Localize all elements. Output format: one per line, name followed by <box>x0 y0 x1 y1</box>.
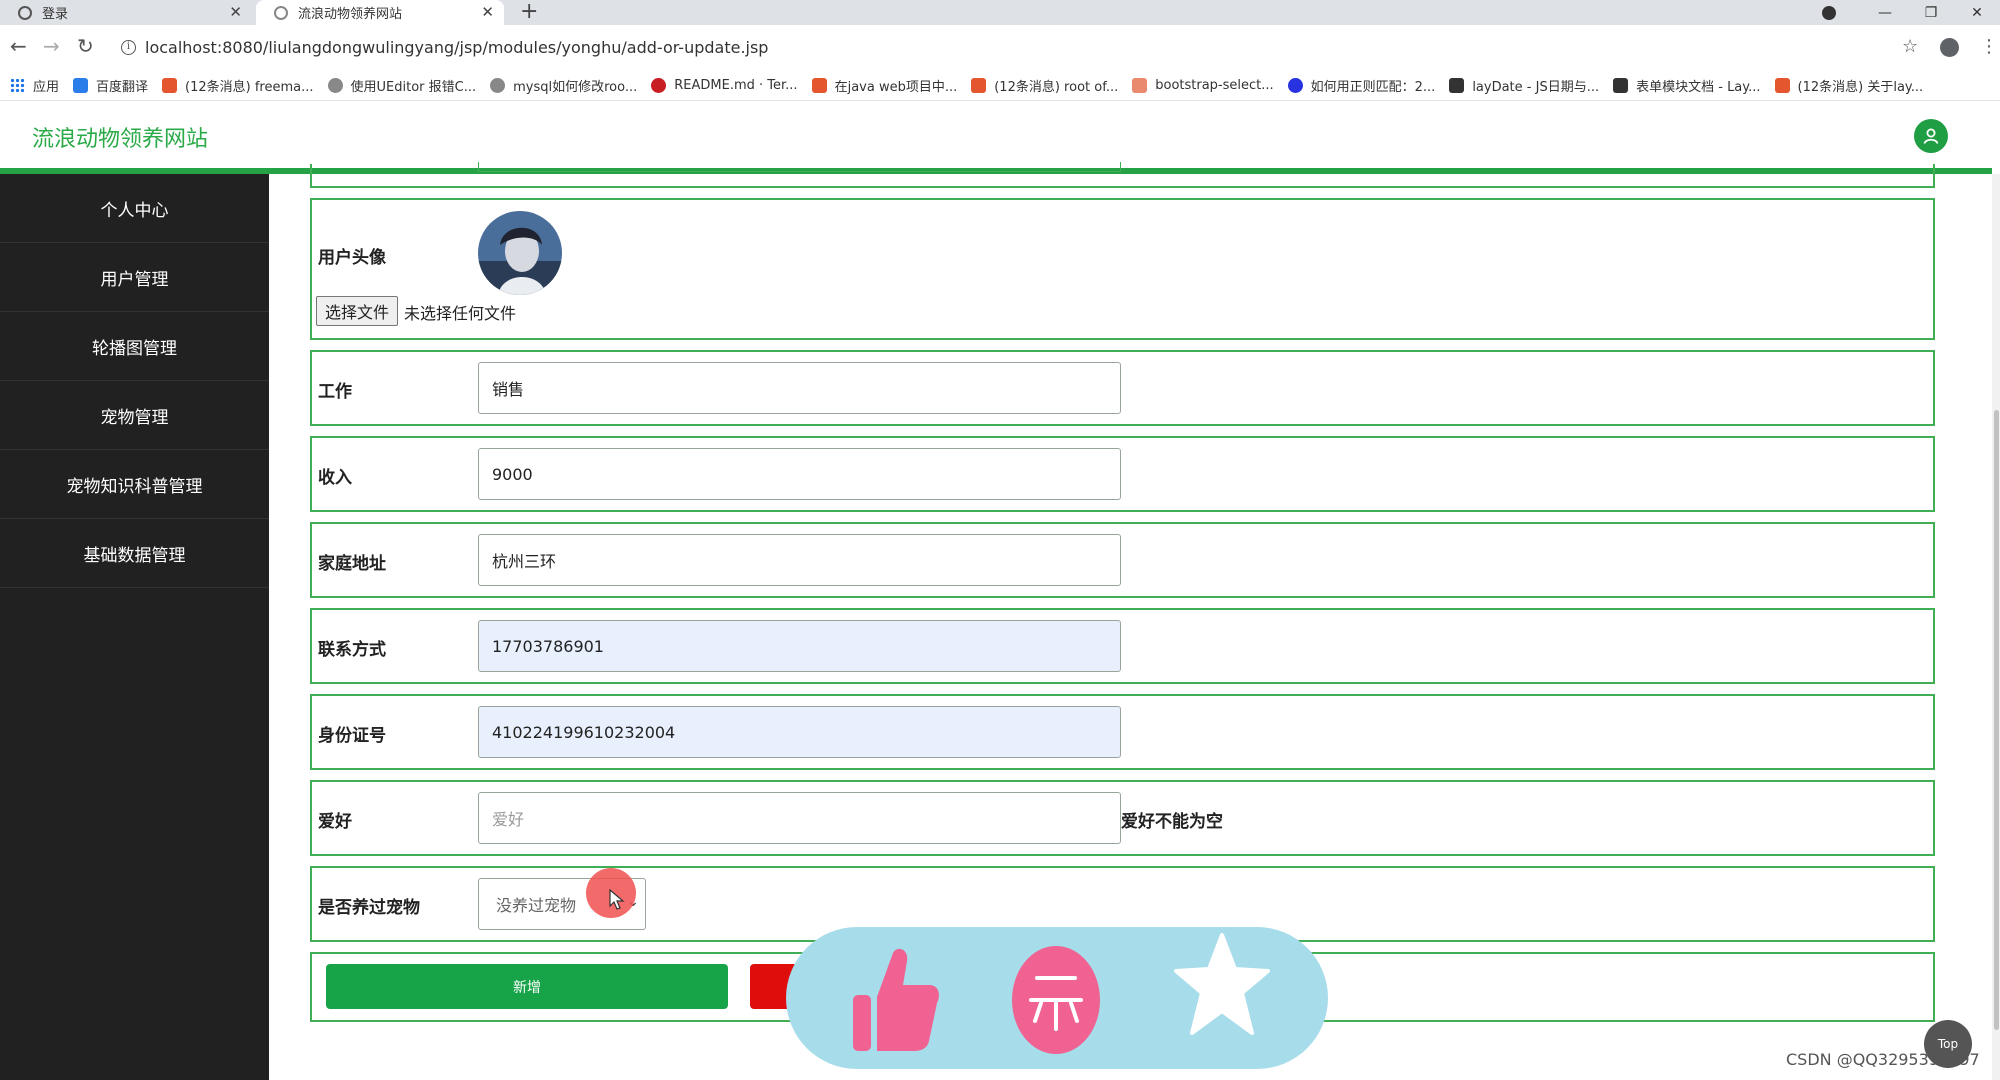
forward-icon[interactable]: → <box>43 36 60 56</box>
avatar-label: 用户头像 <box>318 248 386 268</box>
support-overlay <box>786 927 1328 1069</box>
bookmark-item[interactable]: layDate - JS日期与... <box>1449 76 1599 95</box>
new-tab-icon[interactable]: + <box>520 0 538 24</box>
form-row-income: 收入 9000 <box>310 436 1935 512</box>
bookmark-item[interactable]: mysql如何修改roo... <box>490 76 637 95</box>
address-label: 家庭地址 <box>318 554 386 574</box>
address-bar: ← → ↻ i localhost:8080/liulangdongwuling… <box>0 25 2000 71</box>
layui-icon <box>1613 78 1629 93</box>
bookmark-item[interactable]: README.md · Ter... <box>651 78 798 93</box>
site-info-icon[interactable]: i <box>121 40 136 55</box>
bookmark-item[interactable]: 使用UEditor 报错C... <box>327 76 476 95</box>
favorite-star-icon[interactable] <box>1174 929 1270 1041</box>
site-title[interactable]: 流浪动物领养网站 <box>32 121 208 153</box>
form-row-phone: 联系方式 17703786901 <box>310 608 1935 684</box>
apps-grid-icon <box>10 78 25 93</box>
csdn-icon <box>162 78 178 93</box>
menu-kebab-icon[interactable]: ⋮ <box>1980 36 1998 57</box>
window-controls: — ❐ ✕ <box>1822 0 2000 25</box>
sidebar-item-user-management[interactable]: 用户管理 <box>0 243 269 312</box>
address-input[interactable]: 杭州三环 <box>478 534 1121 586</box>
bookmark-apps[interactable]: 应用 <box>10 76 59 95</box>
avatar-image <box>478 211 562 295</box>
bookmark-item[interactable]: bootstrap-select... <box>1132 78 1274 93</box>
income-label: 收入 <box>318 468 352 488</box>
app-header: 流浪动物领养网站 <box>0 101 2000 168</box>
form-row-partial <box>310 162 1935 188</box>
choose-file-button[interactable]: 选择文件 <box>316 296 399 326</box>
id-number-label: 身份证号 <box>318 726 386 746</box>
url-field[interactable]: localhost:8080/liulangdongwulingyang/jsp… <box>145 38 768 57</box>
restore-icon[interactable]: ❐ <box>1908 5 1954 21</box>
bookmark-item[interactable]: 百度翻译 <box>73 76 148 95</box>
link-icon <box>490 78 506 93</box>
profile-dot-icon[interactable] <box>1822 5 1836 20</box>
form-row-avatar: 用户头像 选择文件 未选择任何文件 <box>310 198 1935 340</box>
bookmark-item[interactable]: 表单模块文档 - Lay... <box>1613 76 1761 95</box>
form-row-id-number: 身份证号 410224199610232004 <box>310 694 1935 770</box>
bookmark-item[interactable]: 在java web项目中... <box>811 76 957 95</box>
bookmark-item[interactable]: (12条消息) root of... <box>971 76 1118 95</box>
phone-label: 联系方式 <box>318 640 386 660</box>
doc-icon <box>1132 78 1148 93</box>
partial-input <box>478 162 1121 172</box>
tab-title: 登录 <box>42 7 69 22</box>
csdn-icon <box>811 78 827 93</box>
csdn-icon <box>1774 78 1790 93</box>
job-label: 工作 <box>318 382 352 402</box>
baidu-paw-icon <box>1287 78 1303 93</box>
hobby-error-message: 爱好不能为空 <box>1121 812 1223 832</box>
csdn-watermark: CSDN @QQ3295391197 <box>1786 1050 1980 1069</box>
bookmark-item[interactable]: (12条消息) freema... <box>162 76 314 95</box>
sidebar: 个人中心 用户管理 轮播图管理 宠物管理 宠物知识科普管理 基础数据管理 <box>0 174 269 1080</box>
csdn-icon <box>971 78 987 93</box>
bookmark-item[interactable]: 如何用正则匹配：2... <box>1287 76 1435 95</box>
user-icon[interactable] <box>1914 119 1948 153</box>
translate-icon <box>73 78 89 93</box>
globe-icon <box>18 5 32 20</box>
tab-active-site[interactable]: 流浪动物领养网站 ✕ <box>256 0 504 25</box>
gitee-icon <box>651 78 667 93</box>
tab-login[interactable]: 登录 ✕ <box>0 0 252 25</box>
income-input[interactable]: 9000 <box>478 448 1121 500</box>
add-button[interactable]: 新增 <box>326 964 728 1009</box>
minimize-icon[interactable]: — <box>1862 5 1908 21</box>
close-icon[interactable]: ✕ <box>229 3 242 21</box>
job-input[interactable]: 销售 <box>478 362 1121 414</box>
sidebar-item-carousel-management[interactable]: 轮播图管理 <box>0 312 269 381</box>
reload-icon[interactable]: ↻ <box>77 36 94 56</box>
scrollbar-thumb[interactable] <box>1994 410 1999 1030</box>
thumbs-up-icon[interactable] <box>851 945 941 1055</box>
layui-icon <box>1449 78 1465 93</box>
sidebar-item-basic-data[interactable]: 基础数据管理 <box>0 519 269 588</box>
bookmark-item[interactable]: (12条消息) 关于lay... <box>1774 76 1923 95</box>
tab-title: 流浪动物领养网站 <box>298 7 403 22</box>
link-icon <box>327 78 343 93</box>
mouse-cursor-icon <box>609 889 625 910</box>
phone-input[interactable]: 17703786901 <box>478 620 1121 672</box>
form-row-job: 工作 销售 <box>310 350 1935 426</box>
sidebar-item-pet-management[interactable]: 宠物管理 <box>0 381 269 450</box>
form-row-hobby: 爱好 爱好 爱好不能为空 <box>310 780 1935 856</box>
user-glyph-icon <box>1923 128 1939 144</box>
profile-avatar-icon[interactable] <box>1940 38 1959 57</box>
pet-history-label: 是否养过宠物 <box>318 898 420 918</box>
star-bookmark-icon[interactable]: ☆ <box>1902 36 1918 57</box>
bookmarks-bar: 应用 百度翻译 (12条消息) freema... 使用UEditor 报错C.… <box>0 71 2000 101</box>
coin-icon[interactable] <box>1011 945 1101 1055</box>
sidebar-item-personal-center[interactable]: 个人中心 <box>0 174 269 243</box>
close-icon[interactable]: ✕ <box>481 3 494 21</box>
sidebar-item-pet-knowledge[interactable]: 宠物知识科普管理 <box>0 450 269 519</box>
hobby-input[interactable]: 爱好 <box>478 792 1121 844</box>
browser-tab-bar: 登录 ✕ 流浪动物领养网站 ✕ + — ❐ ✕ <box>0 0 2000 25</box>
id-number-input[interactable]: 410224199610232004 <box>478 706 1121 758</box>
file-status-text: 未选择任何文件 <box>404 304 517 323</box>
window-close-icon[interactable]: ✕ <box>1954 5 2000 21</box>
back-icon[interactable]: ← <box>10 36 27 56</box>
site-favicon-icon <box>274 5 288 20</box>
hobby-label: 爱好 <box>318 812 352 832</box>
form-row-address: 家庭地址 杭州三环 <box>310 522 1935 598</box>
